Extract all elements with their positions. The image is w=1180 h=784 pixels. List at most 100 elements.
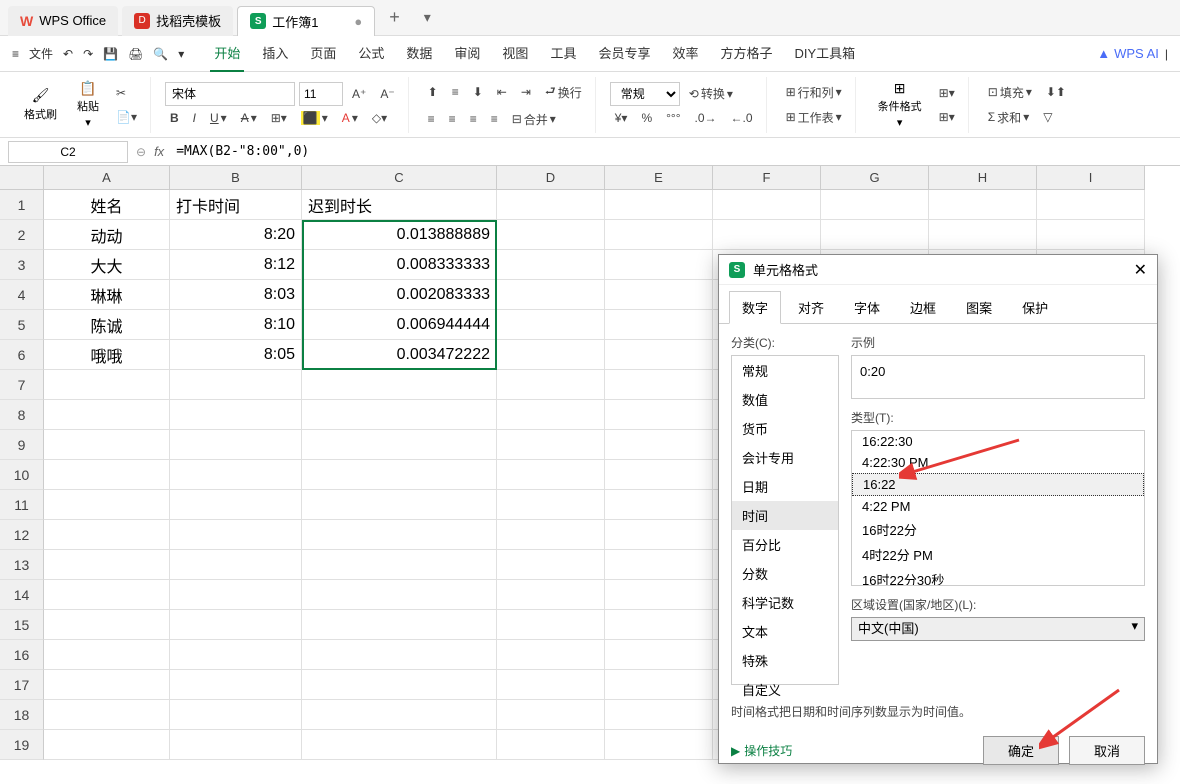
border-button[interactable]: ⊞▾ <box>266 108 292 128</box>
font-select[interactable] <box>165 82 295 106</box>
cell[interactable] <box>497 610 605 640</box>
row-header[interactable]: 4 <box>0 280 44 310</box>
row-header[interactable]: 11 <box>0 490 44 520</box>
cell[interactable] <box>605 370 713 400</box>
tab-tools[interactable]: 工具 <box>546 35 580 72</box>
cell[interactable] <box>605 340 713 370</box>
category-item[interactable]: 货币 <box>732 414 838 443</box>
decimal-dec-button[interactable]: ←.0 <box>726 108 758 128</box>
dialog-titlebar[interactable]: S 单元格格式 ✕ <box>719 255 1157 285</box>
comma-button[interactable]: °°° <box>661 108 685 128</box>
cell[interactable] <box>605 490 713 520</box>
category-item[interactable]: 自定义 <box>732 675 838 704</box>
cell[interactable] <box>44 580 170 610</box>
ok-button[interactable]: 确定 <box>983 736 1059 765</box>
decimal-inc-button[interactable]: .0→ <box>690 108 722 128</box>
col-header-c[interactable]: C <box>302 166 497 190</box>
category-item[interactable]: 数值 <box>732 385 838 414</box>
category-item[interactable]: 文本 <box>732 617 838 646</box>
type-item[interactable]: 16:22 <box>852 473 1144 496</box>
category-item[interactable]: 百分比 <box>732 530 838 559</box>
type-item[interactable]: 4:22 PM <box>852 496 1144 517</box>
add-tab-button[interactable]: + <box>379 7 410 28</box>
formula-input[interactable] <box>172 141 1172 163</box>
tab-review[interactable]: 审阅 <box>450 35 484 72</box>
fill-button[interactable]: ⊡ 填充▾ <box>983 81 1037 104</box>
cancel-formula-icon[interactable]: ⊖ <box>136 145 146 159</box>
cell[interactable] <box>302 700 497 730</box>
cell[interactable] <box>302 610 497 640</box>
row-header[interactable]: 15 <box>0 610 44 640</box>
cell[interactable] <box>170 730 302 760</box>
underline-button[interactable]: U▾ <box>205 108 232 128</box>
row-header[interactable]: 19 <box>0 730 44 760</box>
file-menu[interactable]: 文件 <box>25 39 57 68</box>
row-header[interactable]: 6 <box>0 340 44 370</box>
redo-button[interactable]: ↷ <box>79 41 97 67</box>
row-header[interactable]: 16 <box>0 640 44 670</box>
align-justify-button[interactable]: ≡ <box>486 109 503 129</box>
cell[interactable] <box>605 250 713 280</box>
category-item[interactable]: 日期 <box>732 472 838 501</box>
cell[interactable] <box>44 700 170 730</box>
cell[interactable] <box>497 370 605 400</box>
currency-button[interactable]: ¥▾ <box>610 108 633 128</box>
cell[interactable]: 0.008333333 <box>302 250 497 280</box>
cell[interactable] <box>44 520 170 550</box>
cell[interactable] <box>302 640 497 670</box>
cell[interactable]: 8:05 <box>170 340 302 370</box>
cell[interactable] <box>929 190 1037 220</box>
menu-icon[interactable]: ≡ <box>8 41 23 67</box>
cell[interactable] <box>605 640 713 670</box>
type-item[interactable]: 4时22分 PM <box>852 542 1144 567</box>
cell[interactable] <box>497 550 605 580</box>
cell[interactable] <box>497 250 605 280</box>
cell[interactable] <box>497 430 605 460</box>
align-top-button[interactable]: ⬆ <box>423 82 443 102</box>
more-button[interactable]: ▾ <box>174 41 188 67</box>
cell[interactable]: 陈诚 <box>44 310 170 340</box>
cell[interactable] <box>1037 220 1145 250</box>
undo-button[interactable]: ↶ <box>59 41 77 67</box>
locale-select[interactable]: 中文(中国)▾ <box>851 617 1145 641</box>
strikethrough-button[interactable]: A▾ <box>236 108 262 128</box>
tab-formula[interactable]: 公式 <box>354 35 388 72</box>
worksheet-button[interactable]: ⊞ 工作表▾ <box>781 106 847 129</box>
dialog-tab-font[interactable]: 字体 <box>841 291 893 324</box>
cell[interactable] <box>497 520 605 550</box>
category-item[interactable]: 分数 <box>732 559 838 588</box>
cell[interactable]: 哦哦 <box>44 340 170 370</box>
cell[interactable] <box>605 430 713 460</box>
col-header-h[interactable]: H <box>929 166 1037 190</box>
cell[interactable] <box>497 220 605 250</box>
cell[interactable] <box>605 610 713 640</box>
template-tab[interactable]: D 找稻壳模板 <box>122 6 233 36</box>
row-header[interactable]: 17 <box>0 670 44 700</box>
dialog-tab-protect[interactable]: 保护 <box>1009 291 1061 324</box>
fill-color-button[interactable]: ⬛▾ <box>296 108 333 128</box>
wps-ai-button[interactable]: ▲ WPS AI <box>1097 46 1159 61</box>
row-header[interactable]: 2 <box>0 220 44 250</box>
row-header[interactable]: 13 <box>0 550 44 580</box>
tips-link[interactable]: ▶操作技巧 <box>731 742 792 759</box>
cell[interactable] <box>605 580 713 610</box>
cell[interactable] <box>497 340 605 370</box>
table-style-button[interactable]: ⊞▾ <box>934 107 960 127</box>
cell[interactable] <box>170 400 302 430</box>
type-item[interactable]: 16时22分 <box>852 517 1144 542</box>
cell[interactable] <box>605 280 713 310</box>
cell[interactable] <box>1037 190 1145 220</box>
cell[interactable] <box>497 670 605 700</box>
cell[interactable]: 姓名 <box>44 190 170 220</box>
cell[interactable] <box>170 460 302 490</box>
cell[interactable] <box>170 370 302 400</box>
cell[interactable] <box>170 550 302 580</box>
cell[interactable] <box>170 700 302 730</box>
cell[interactable]: 大大 <box>44 250 170 280</box>
dialog-tab-border[interactable]: 边框 <box>897 291 949 324</box>
cell[interactable] <box>605 400 713 430</box>
type-item[interactable]: 4:22:30 PM <box>852 452 1144 473</box>
cell[interactable] <box>302 430 497 460</box>
tab-view[interactable]: 视图 <box>498 35 532 72</box>
cell[interactable] <box>605 310 713 340</box>
